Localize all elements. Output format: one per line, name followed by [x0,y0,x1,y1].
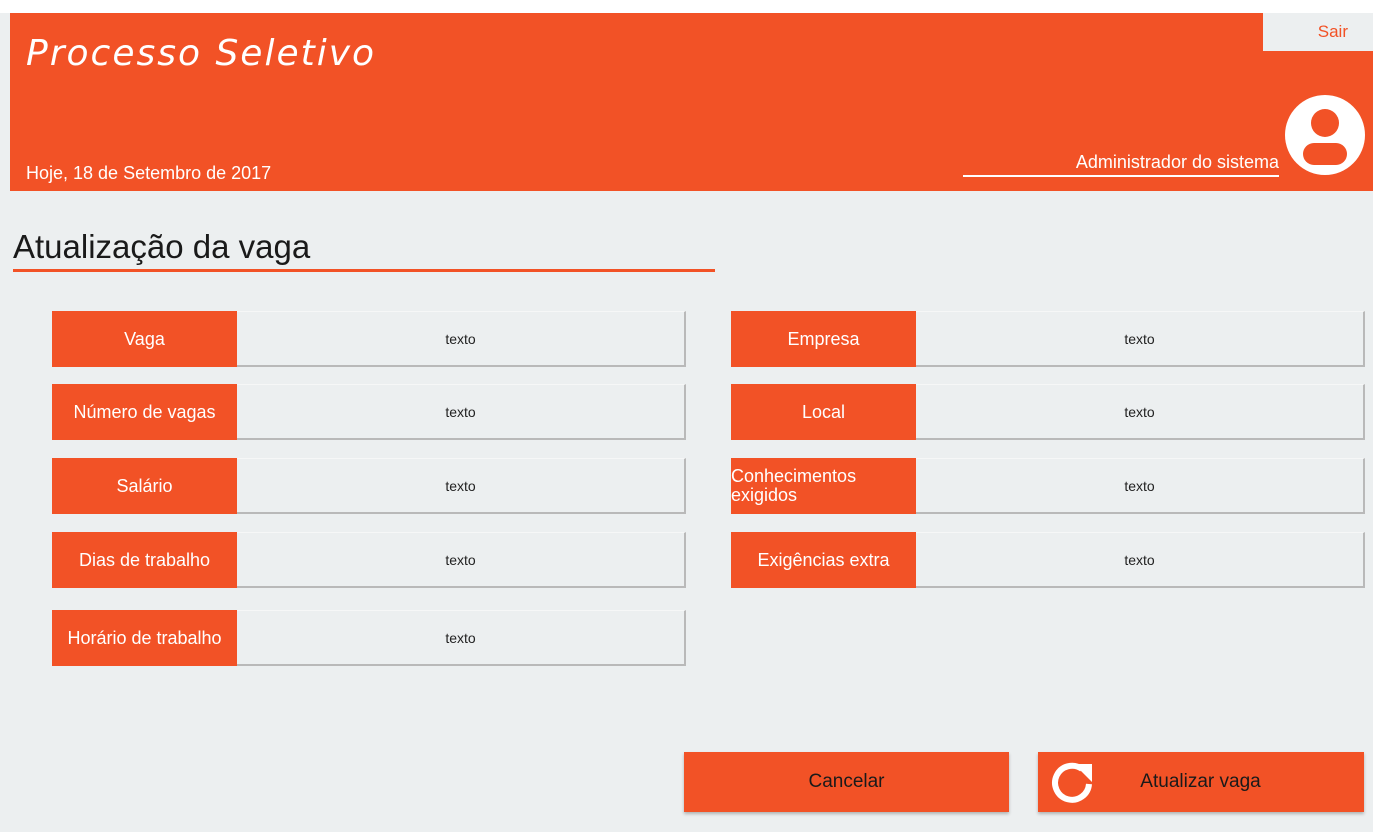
field-label-local: Local [731,384,916,440]
field-label-horario-trabalho: Horário de trabalho [52,610,237,666]
dias-trabalho-input[interactable] [237,532,686,588]
field-label-empresa: Empresa [731,311,916,367]
app-root: Processo Seletivo Hoje, 18 de Setembro d… [0,13,1373,832]
salario-input[interactable] [237,458,686,514]
update-vaga-button[interactable]: Atualizar vaga [1038,752,1364,812]
field-vaga: Vaga [52,311,686,367]
exigencias-extra-input[interactable] [916,532,1365,588]
local-input[interactable] [916,384,1365,440]
field-numero-vagas: Número de vagas [52,384,686,440]
field-empresa: Empresa [731,311,1365,367]
field-local: Local [731,384,1365,440]
field-label-conhecimentos: Conhecimentos exigidos [731,458,916,514]
refresh-icon [1052,762,1092,803]
conhecimentos-input[interactable] [916,458,1365,514]
field-horario-trabalho: Horário de trabalho [52,610,686,666]
title-underline [13,269,715,272]
page-title: Atualização da vaga [13,228,311,265]
field-conhecimentos: Conhecimentos exigidos [731,458,1365,514]
logout-button[interactable]: Sair [1263,13,1373,51]
field-label-numero-vagas: Número de vagas [52,384,237,440]
avatar-head [1311,109,1339,137]
numero-vagas-input[interactable] [237,384,686,440]
user-name-link[interactable]: Administrador do sistema [963,152,1279,177]
horario-trabalho-input[interactable] [237,610,686,666]
field-dias-trabalho: Dias de trabalho [52,532,686,588]
field-label-dias-trabalho: Dias de trabalho [52,532,237,588]
header: Processo Seletivo Hoje, 18 de Setembro d… [10,13,1373,191]
user-avatar-icon[interactable] [1285,95,1365,175]
avatar-body [1303,143,1347,165]
field-salario: Salário [52,458,686,514]
field-label-salario: Salário [52,458,237,514]
cancel-button[interactable]: Cancelar [684,752,1009,812]
field-exigencias-extra: Exigências extra [731,532,1365,588]
vaga-input[interactable] [237,311,686,367]
field-label-vaga: Vaga [52,311,237,367]
current-date: Hoje, 18 de Setembro de 2017 [26,163,272,183]
field-label-exigencias-extra: Exigências extra [731,532,916,588]
empresa-input[interactable] [916,311,1365,367]
update-vaga-label: Atualizar vaga [1140,771,1261,792]
app-title: Processo Seletivo [26,33,377,74]
